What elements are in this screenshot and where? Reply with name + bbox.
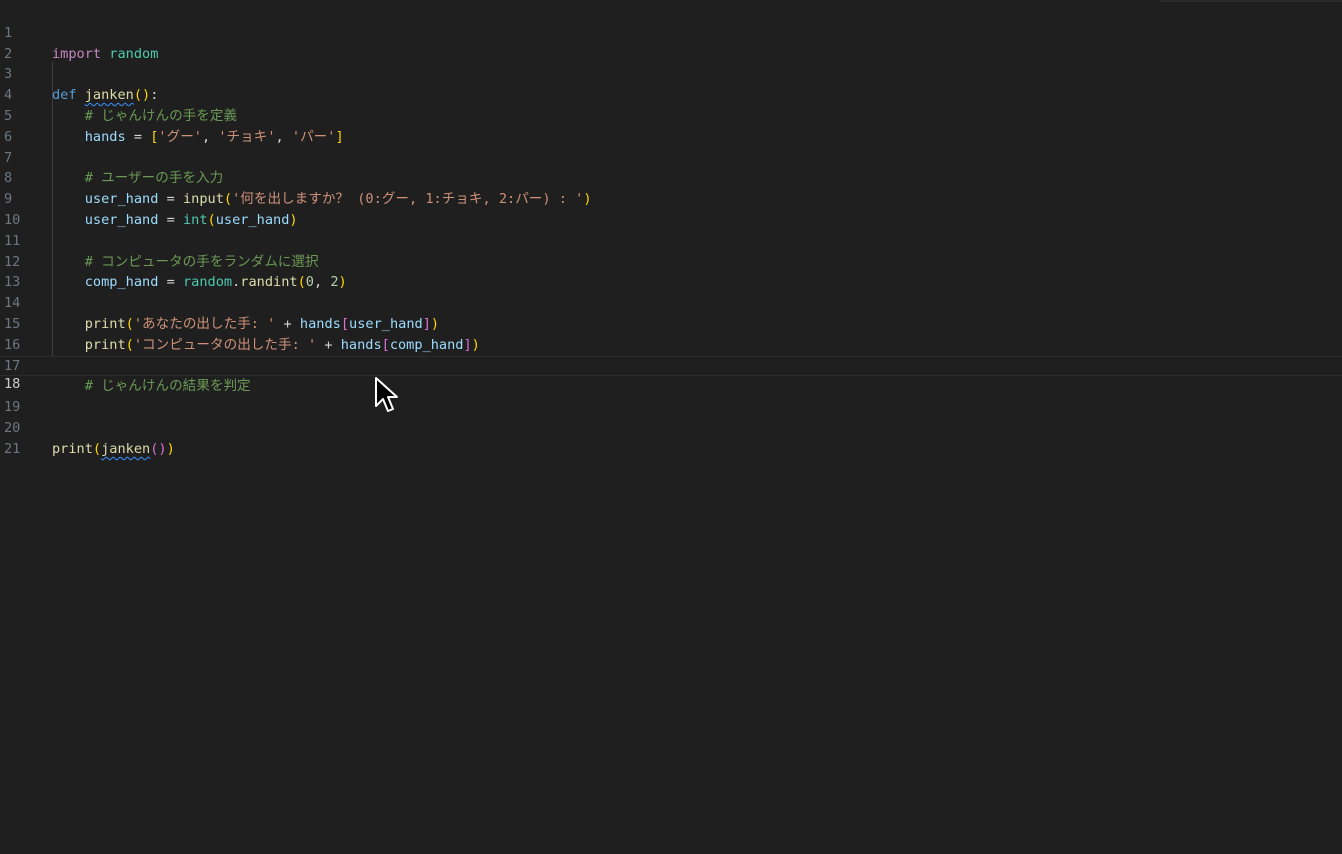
code-line[interactable]: 10	[0, 189, 1342, 228]
code-line[interactable]: 11 # コンピュータの手をランダムに選択	[0, 210, 1342, 270]
bracket: (	[92, 440, 102, 457]
code-line[interactable]: 20 print(janken())	[0, 397, 1342, 457]
mouse-pointer-icon	[375, 377, 398, 412]
code-line[interactable]: 15 print('コンピュータの出した手: ' + hands[comp_ha…	[0, 293, 1342, 353]
code-line[interactable]: 17 # じゃんけんの結果を判定	[0, 335, 1342, 395]
code-line[interactable]: 12 comp_hand = random.randint(0, 2)	[0, 231, 1342, 291]
bracket: )	[158, 440, 167, 457]
bracket: )	[166, 440, 175, 457]
code-line[interactable]: 7 # ユーザーの手を入力	[0, 127, 1342, 187]
code-line[interactable]: 19	[0, 376, 1342, 415]
code-line[interactable]: 4 # じゃんけんの手を定義	[0, 64, 1342, 124]
function-call: janken	[101, 440, 151, 457]
line-number: 21	[4, 440, 21, 457]
code-line[interactable]: 5 hands = ['グー', 'チョキ', 'パー']	[0, 85, 1342, 145]
code-line[interactable]: 13	[0, 252, 1342, 290]
function-call: print	[52, 440, 93, 457]
code-line[interactable]: 1 import random	[0, 2, 1342, 62]
code-line-current[interactable]: 18	[0, 355, 1342, 392]
code-line[interactable]: 3 def janken():	[0, 44, 1342, 103]
code-line[interactable]: 6	[0, 106, 1342, 145]
code-line[interactable]: 8 user_hand = input('何を出しますか？ (0:グー, 1:チ…	[0, 148, 1342, 207]
code-editor[interactable]: 1 import random 2 3 def janken(): 4 # じゃ…	[0, 0, 1342, 854]
code-line[interactable]: 2	[0, 23, 1342, 62]
code-line[interactable]: 16	[0, 314, 1342, 353]
code-line[interactable]: 21	[0, 418, 1342, 457]
code-line[interactable]: 14 print('あなたの出した手: ' + hands[user_hand]…	[0, 272, 1342, 332]
code-line[interactable]: 9 user_hand = int(user_hand)	[0, 168, 1342, 228]
